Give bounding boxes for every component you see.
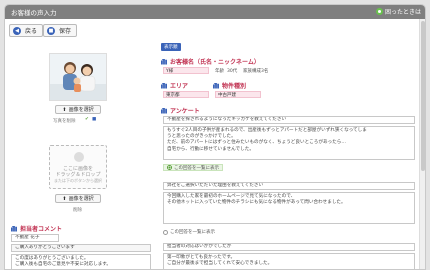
answer-3-textarea[interactable]: 第一印象がとても良かったです。 ご自分が最後まで担当してくれて安心できました。 [163, 253, 415, 269]
checkbox-icon[interactable]: ✔ [85, 117, 89, 122]
answer-2-display-label: この回答を一覧に表示 [170, 230, 215, 235]
chart-bar-icon [161, 58, 167, 65]
question-2-text: 弊社をご選択いただいた理由を教えてください [167, 183, 264, 188]
select-photo-label: 画像を選択 [68, 107, 94, 113]
answer-1-display-label: この回答を一覧に表示 [174, 165, 219, 171]
upload-icon: ⬆ [62, 195, 67, 202]
customer-name-title-text: お客様名（氏名・ニックネーム） [170, 59, 260, 66]
scrollbar[interactable] [419, 19, 425, 269]
radio-icon [167, 165, 172, 170]
answer-2-line: その他ネットに入っていた物件のチラシにも気になる物件があって問い合わせました。 [167, 200, 346, 206]
help-link[interactable]: 困ったときは [375, 7, 421, 16]
survey-title: アンケート [161, 106, 200, 115]
chart-bar-icon [161, 107, 167, 114]
scrollbar-thumb[interactable] [421, 21, 425, 171]
photo-delete-link[interactable]: 写真を削除 [53, 118, 76, 124]
help-icon [375, 8, 383, 15]
answer-1-textarea[interactable]: もうすぐ2人目の子供が産まれるので、出産後もずっとアパートだと部屋がいずれ狭くな… [163, 126, 415, 160]
answer-3-line: ご自分が最後まで担当してくれて安心できました。 [167, 261, 273, 267]
comment-body-textarea[interactable]: この度はありがとうございました。 ご購入後も自宅のご意見や不安に対応します。 [11, 254, 151, 269]
chart-bar-icon [213, 82, 219, 89]
property-type-title-text: 物件種別 [222, 83, 247, 90]
survey-title-text: アンケート [170, 108, 200, 115]
area-title: エリア [161, 81, 188, 90]
customer-voice-window: お客様の声入力 困ったときは ◀ 戻る ■ 保存 ⬆ 画像を選択 写真を削除 ✔… [4, 4, 426, 270]
answer-2-display-radio[interactable]: この回答を一覧に表示 [163, 229, 215, 235]
household-label: 家族構成 [243, 69, 261, 74]
question-3-input[interactable]: 担当者の対応はいかがでしたか [163, 243, 415, 251]
area-title-text: エリア [170, 83, 189, 90]
answer-2-textarea[interactable]: 今回購入した家を最初のホームページで見て気になったので、 その他ネットに入ってい… [163, 192, 415, 224]
property-type-input[interactable]: 中古戸建 [215, 91, 261, 98]
answer-1-display-radio[interactable]: この回答を一覧に表示 [163, 164, 223, 171]
property-type-title: 物件種別 [213, 81, 246, 90]
staff-select-value: 不動産 花子 [15, 235, 40, 240]
page: お客様の声入力 困ったときは ◀ 戻る ■ 保存 ⬆ 画像を選択 写真を削除 ✔… [0, 0, 430, 270]
upload-cloud-icon [74, 152, 84, 162]
customer-name-input[interactable]: Y様 [163, 67, 209, 74]
question-3-text: 担当者の対応はいかがでしたか [167, 244, 232, 249]
select-image-button[interactable]: ⬆ 画像を選択 [55, 194, 101, 203]
back-arrow-icon: ◀ [13, 26, 21, 35]
age-label: 年齢 [215, 69, 224, 74]
question-2-input[interactable]: 弊社をご選択いただいた理由を教えてください [163, 182, 415, 190]
dropzone-text: ここに画像を ドラッグ＆ドロップ または下のボタンから選択 [50, 166, 106, 184]
answer-1-line: 自宅から、行動に移せていませんでした。 [167, 146, 254, 152]
chart-bar-icon [161, 82, 167, 89]
staff-comment-title-text: 担当者コメント [20, 226, 63, 233]
dropzone-hint: または下のボタンから選択 [54, 178, 102, 183]
chart-bar-icon [11, 225, 17, 232]
question-1-input[interactable]: 不動産を探されるようになったキッカケを教えてください [163, 116, 415, 124]
image-dropzone[interactable]: ここに画像を ドラッグ＆ドロップ または下のボタンから選択 [49, 145, 107, 189]
save-icon: ■ [47, 26, 55, 35]
fb-icon[interactable]: ■ [92, 117, 96, 122]
radio-icon [163, 229, 168, 235]
select-photo-button[interactable]: ⬆ 画像を選択 [55, 105, 101, 114]
help-label: 困ったときは [384, 9, 421, 16]
customer-photo [49, 53, 107, 101]
back-label: 戻る [25, 28, 38, 35]
staff-comment-title: 担当者コメント [11, 224, 62, 233]
comment-body-line: ご購入後も自宅のご意見や不安に対応します。 [15, 262, 112, 268]
staff-select[interactable]: 不動産 花子 [11, 234, 59, 242]
area-input[interactable]: 東京都 [163, 91, 209, 98]
title-bar: お客様の声入力 困ったときは [5, 5, 425, 19]
display-order-badge: 表示順 [161, 43, 181, 51]
select-image-label: 画像を選択 [68, 196, 94, 202]
customer-name-title: お客様名（氏名・ニックネーム） [161, 57, 260, 66]
back-button[interactable]: ◀ 戻る [9, 24, 44, 37]
comment-title-value: ご購入ありがとうございます [15, 245, 75, 250]
save-button[interactable]: ■ 保存 [43, 24, 78, 37]
comment-title-input[interactable]: ご購入ありがとうございます [11, 244, 151, 252]
question-1-text: 不動産を探されるようになったキッカケを教えてください [167, 117, 287, 122]
upload-icon: ⬆ [62, 106, 67, 113]
household-value[interactable]: 3名 [261, 68, 268, 74]
image-delete-link[interactable]: 削除 [73, 207, 82, 213]
save-label: 保存 [59, 28, 72, 35]
age-value[interactable]: 30代 [227, 68, 237, 74]
window-title: お客様の声入力 [11, 9, 57, 17]
